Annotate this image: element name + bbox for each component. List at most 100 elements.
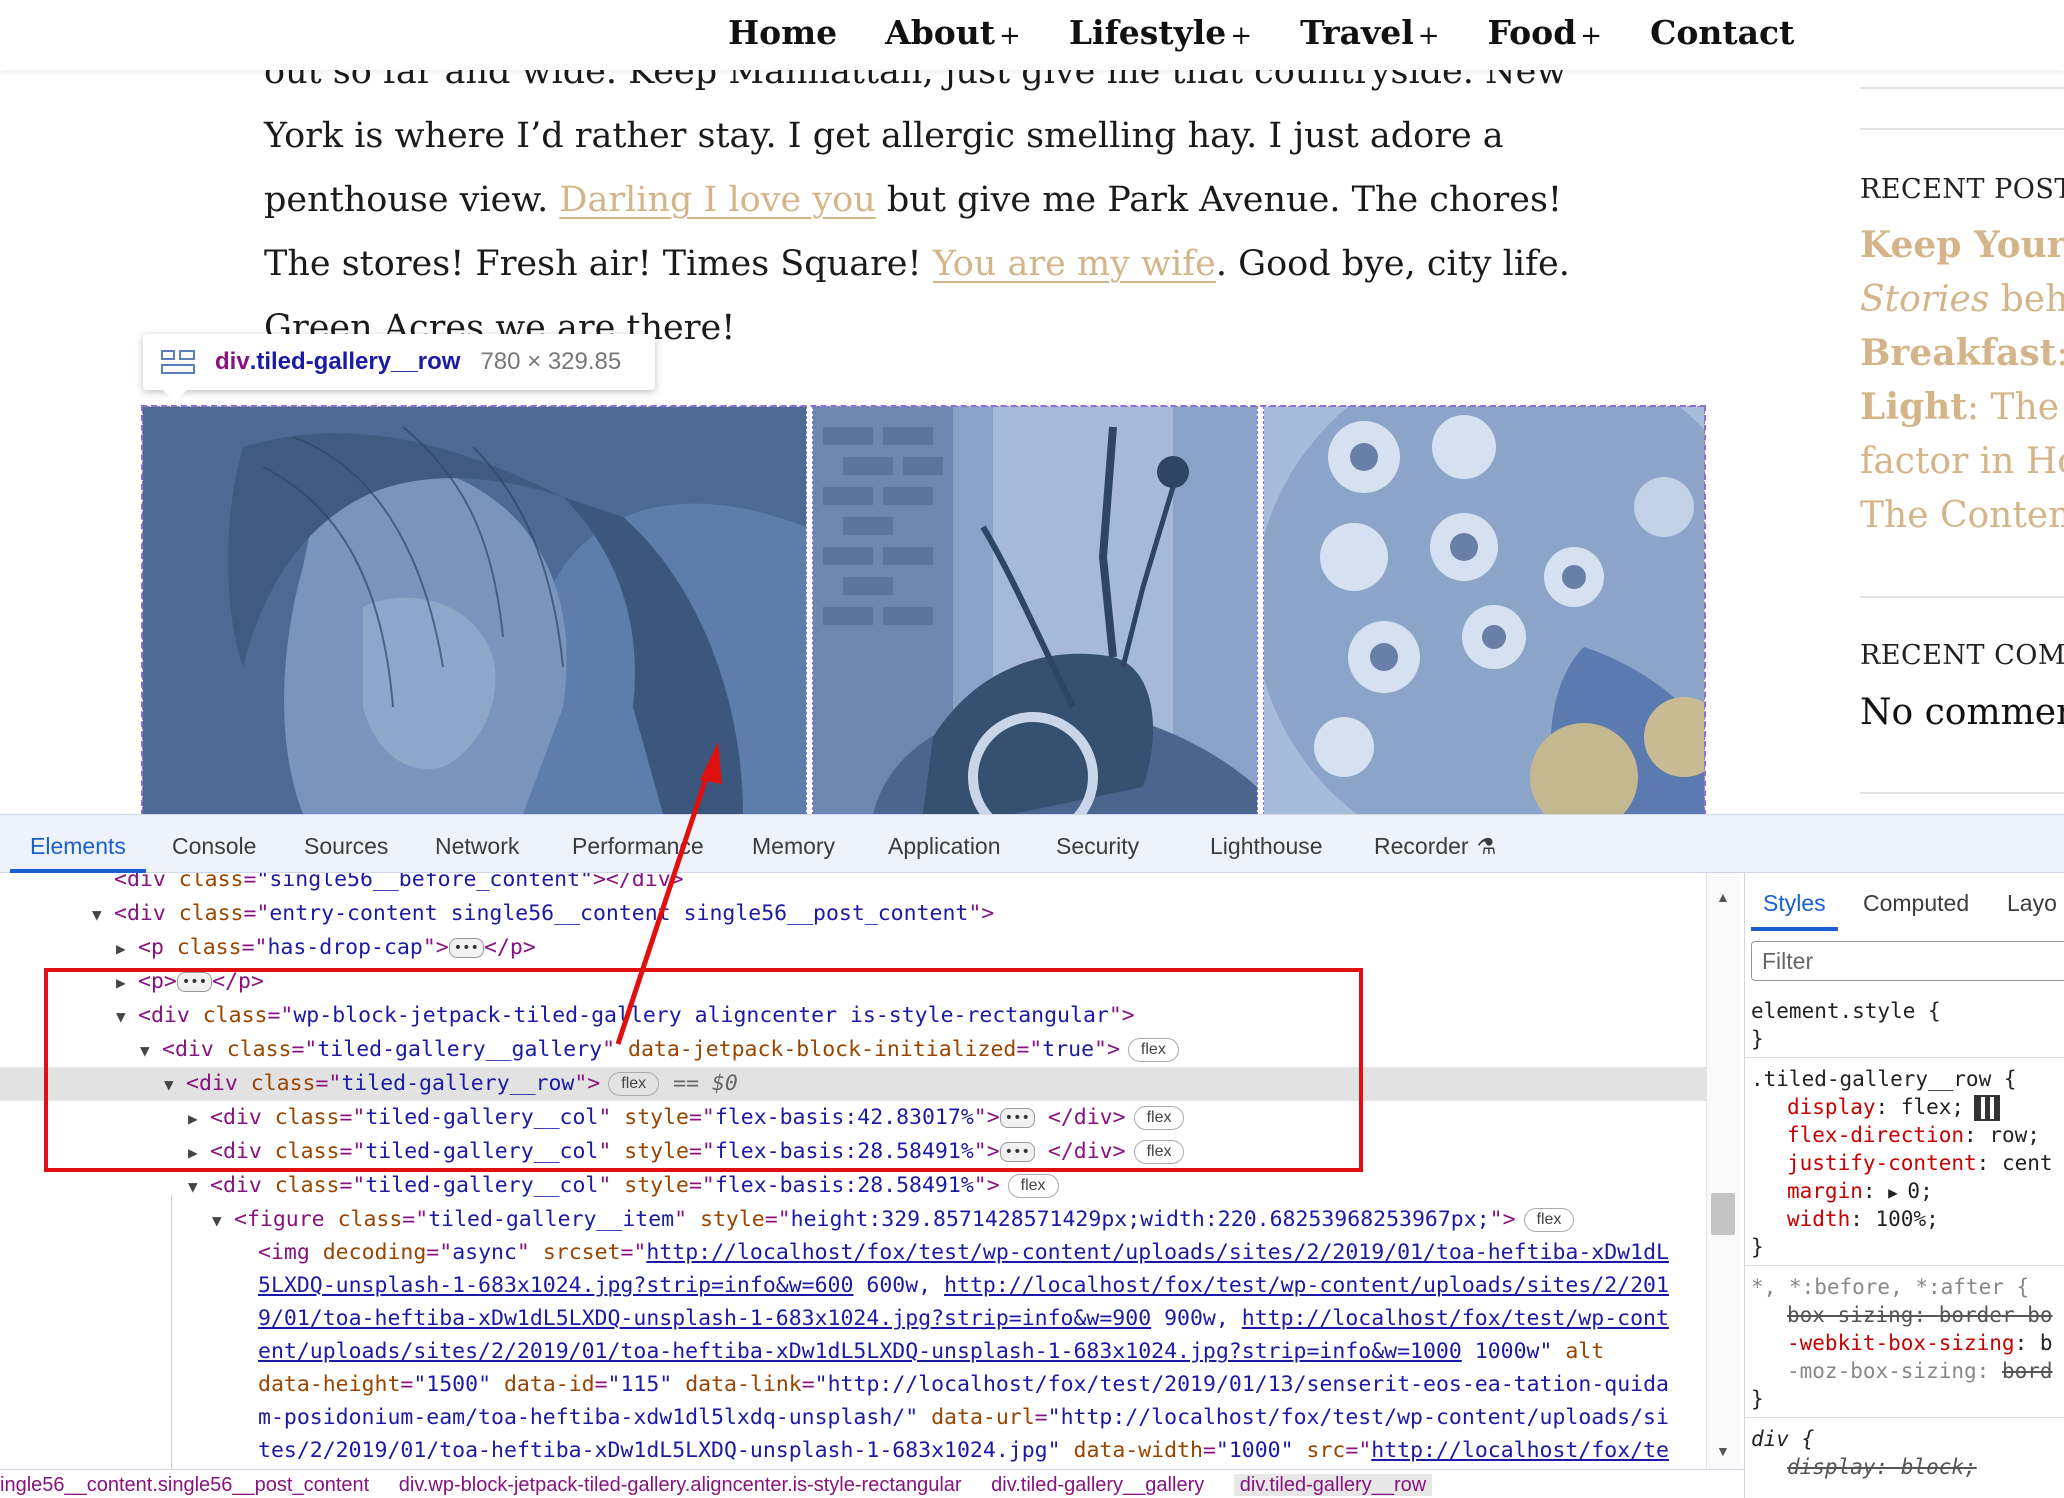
breadcrumb-item[interactable]: ingle56__content.single56__post_content [0, 1474, 369, 1496]
flex-badge[interactable]: flex [1133, 1106, 1185, 1130]
css-declaration[interactable]: -moz-box-sizing: bord [1787, 1357, 2053, 1385]
scrollbar-thumb[interactable] [1711, 1193, 1735, 1235]
collapse-triangle-icon[interactable]: ▼ [212, 1204, 234, 1238]
tab-sources[interactable]: Sources [304, 815, 388, 873]
rule-divider [1745, 1265, 2064, 1266]
srcset-link[interactable]: http://localhost/fox/test/wp-content/upl… [646, 1240, 1669, 1265]
tab-lighthouse[interactable]: Lighthouse [1210, 815, 1323, 873]
dom-node[interactable]: ▼ <div class="wp-block-jetpack-tiled-gall… [0, 999, 1706, 1033]
collapse-triangle-icon[interactable]: ▼ [188, 1170, 210, 1204]
css-declaration[interactable]: -webkit-box-sizing: b [1787, 1329, 2053, 1357]
tab-layout[interactable]: Layo [2007, 873, 2057, 931]
dom-node[interactable]: ▼ <div class="tiled-gallery__col" style="… [0, 1169, 1706, 1203]
recent-post-link[interactable]: Light: The r [1860, 386, 2064, 428]
submenu-plus-icon[interactable]: + [1580, 21, 1602, 51]
article-link[interactable]: Darling I love you [559, 180, 875, 220]
submenu-plus-icon[interactable]: + [1418, 21, 1440, 51]
nav-item-lifestyle[interactable]: Lifestyle + [1069, 13, 1252, 52]
flex-badge[interactable]: flex [1127, 1038, 1179, 1062]
flex-badge[interactable]: flex [1007, 1174, 1059, 1198]
tab-memory[interactable]: Memory [752, 815, 835, 873]
css-declaration[interactable]: flex-direction: row; [1787, 1121, 2040, 1149]
srcset-link[interactable]: http://localhost/fox/test/wp-cont [1242, 1306, 1669, 1331]
tab-network[interactable]: Network [435, 815, 519, 873]
srcset-link[interactable]: 5LXDQ-unsplash-1-683x1024.jpg?strip=info… [258, 1273, 853, 1298]
collapse-triangle-icon[interactable]: ▼ [116, 1000, 138, 1034]
tab-application[interactable]: Application [888, 815, 1001, 873]
flex-badge[interactable]: flex [1523, 1208, 1575, 1232]
scroll-down-icon[interactable]: ▼ [1716, 1443, 1730, 1459]
css-declaration-overridden[interactable]: display: block; [1787, 1453, 1977, 1481]
article-line: York is where I’d rather stay. I get all… [264, 104, 1554, 168]
ellipsis-icon[interactable]: ••• [999, 1142, 1035, 1162]
gallery-image-motorcycle[interactable] [812, 406, 1258, 814]
dom-node[interactable]: <img decoding="async" srcset="http://loc… [0, 1236, 1706, 1270]
css-declaration[interactable]: justify-content: cent [1787, 1149, 2053, 1177]
breadcrumb-item[interactable]: div.tiled-gallery__gallery [991, 1474, 1204, 1496]
dom-node[interactable]: <div class="single56__before_content"></… [0, 873, 1706, 897]
srcset-link[interactable]: http://localhost/fox/test/wp-content/upl… [944, 1273, 1669, 1298]
styles-filter-input[interactable]: Filter [1751, 941, 2064, 981]
css-declaration-overridden[interactable]: box-sizing: border-bo [1787, 1301, 2053, 1329]
src-link[interactable]: http://localhost/fox/te [1371, 1438, 1669, 1463]
dom-node[interactable]: ▼ <div class="entry-content single56__con… [0, 897, 1706, 931]
nav-item-home[interactable]: Home [728, 13, 837, 52]
nav-item-contact[interactable]: Contact [1650, 13, 1794, 52]
dom-scrollbar[interactable]: ▲ ▼ [1706, 873, 1740, 1469]
breadcrumb-item-current[interactable]: div.tiled-gallery__row [1233, 1474, 1433, 1496]
recent-post-link[interactable]: Stories behi [1860, 278, 2064, 320]
tab-performance[interactable]: Performance [572, 815, 704, 873]
collapse-triangle-icon[interactable]: ▼ [164, 1068, 186, 1102]
submenu-plus-icon[interactable]: + [1230, 21, 1252, 51]
tab-console[interactable]: Console [172, 815, 256, 873]
srcset-link[interactable]: ent/uploads/sites/2/2019/01/toa-heftiba-… [258, 1339, 1462, 1364]
css-declaration[interactable]: display: flex; [1787, 1093, 2001, 1121]
tab-computed[interactable]: Computed [1863, 873, 1969, 931]
tab-elements[interactable]: Elements [10, 815, 146, 873]
ellipsis-icon[interactable]: ••• [448, 938, 484, 958]
gallery-image-food[interactable] [1263, 406, 1705, 814]
flexbox-editor-icon[interactable] [1974, 1095, 2001, 1121]
flex-badge[interactable]: flex [1133, 1140, 1185, 1164]
tab-recorder[interactable]: Recorder ⚗ [1374, 815, 1496, 873]
expand-triangle-icon[interactable]: ▶ [1888, 1183, 1907, 1202]
dom-node[interactable]: ▶ <p> ••• </p> [0, 965, 1706, 999]
css-declaration[interactable]: width: 100%; [1787, 1205, 1939, 1233]
nav-item-food[interactable]: Food + [1488, 13, 1603, 52]
dom-node[interactable]: ▼ <figure class="tiled-gallery__item" sty… [0, 1203, 1706, 1237]
nav-item-travel[interactable]: Travel + [1300, 13, 1439, 52]
expand-triangle-icon[interactable]: ▶ [116, 966, 138, 1000]
dom-node[interactable]: ▼ <div class="tiled-gallery__gallery" dat… [0, 1033, 1706, 1067]
breadcrumb-item[interactable]: div.wp-block-jetpack-tiled-gallery.align… [399, 1474, 962, 1496]
ellipsis-icon[interactable]: ••• [999, 1108, 1035, 1128]
submenu-plus-icon[interactable]: + [999, 21, 1021, 51]
collapse-triangle-icon[interactable]: ▼ [140, 1034, 162, 1068]
article-link[interactable]: You are my wife [933, 244, 1216, 284]
ellipsis-icon[interactable]: ••• [176, 972, 213, 992]
expand-triangle-icon[interactable]: ▶ [116, 932, 138, 966]
recent-post-link[interactable]: factor in Ho [1860, 440, 2064, 482]
nav-item-about[interactable]: About + [885, 13, 1021, 52]
expand-triangle-icon[interactable]: ▶ [188, 1102, 210, 1136]
recent-post-link[interactable]: Breakfast: a [1860, 332, 2064, 374]
recent-post-link[interactable]: Keep Your F [1860, 224, 2064, 266]
css-rule-close: } [1751, 1027, 1764, 1051]
flex-badge[interactable]: flex [608, 1072, 660, 1096]
recent-post-link[interactable]: The Contem [1860, 494, 2064, 536]
dom-node[interactable]: ▶ <div class="tiled-gallery__col" style="… [0, 1101, 1706, 1135]
article-body: out so far and wide. Keep Manhattan, jus… [264, 40, 1570, 360]
tab-security[interactable]: Security [1056, 815, 1139, 873]
dom-node-selected[interactable]: ▼ <div class="tiled-gallery__row"> flex == … [0, 1067, 1706, 1101]
css-declaration[interactable]: margin: ▶ 0; [1787, 1177, 1933, 1205]
sidebar: RECENT POSTS Keep Your F Stories behi Br… [1860, 70, 2064, 814]
srcset-link[interactable]: 9/01/toa-heftiba-xDw1dL5LXDQ-unsplash-1-… [258, 1306, 1151, 1331]
gallery-image-portrait[interactable] [142, 406, 807, 814]
tab-styles[interactable]: Styles [1751, 873, 1838, 931]
css-rule-selector: element.style { [1751, 999, 1941, 1023]
dom-node[interactable]: ▶ <div class="tiled-gallery__col" style="… [0, 1135, 1706, 1169]
dom-node[interactable]: ▶ <p class="has-drop-cap"> ••• </p> [0, 931, 1706, 965]
scroll-up-icon[interactable]: ▲ [1716, 889, 1730, 905]
expand-triangle-icon[interactable]: ▶ [188, 1136, 210, 1170]
tab-label: Recorder [1374, 833, 1469, 859]
collapse-triangle-icon[interactable]: ▼ [92, 898, 114, 932]
